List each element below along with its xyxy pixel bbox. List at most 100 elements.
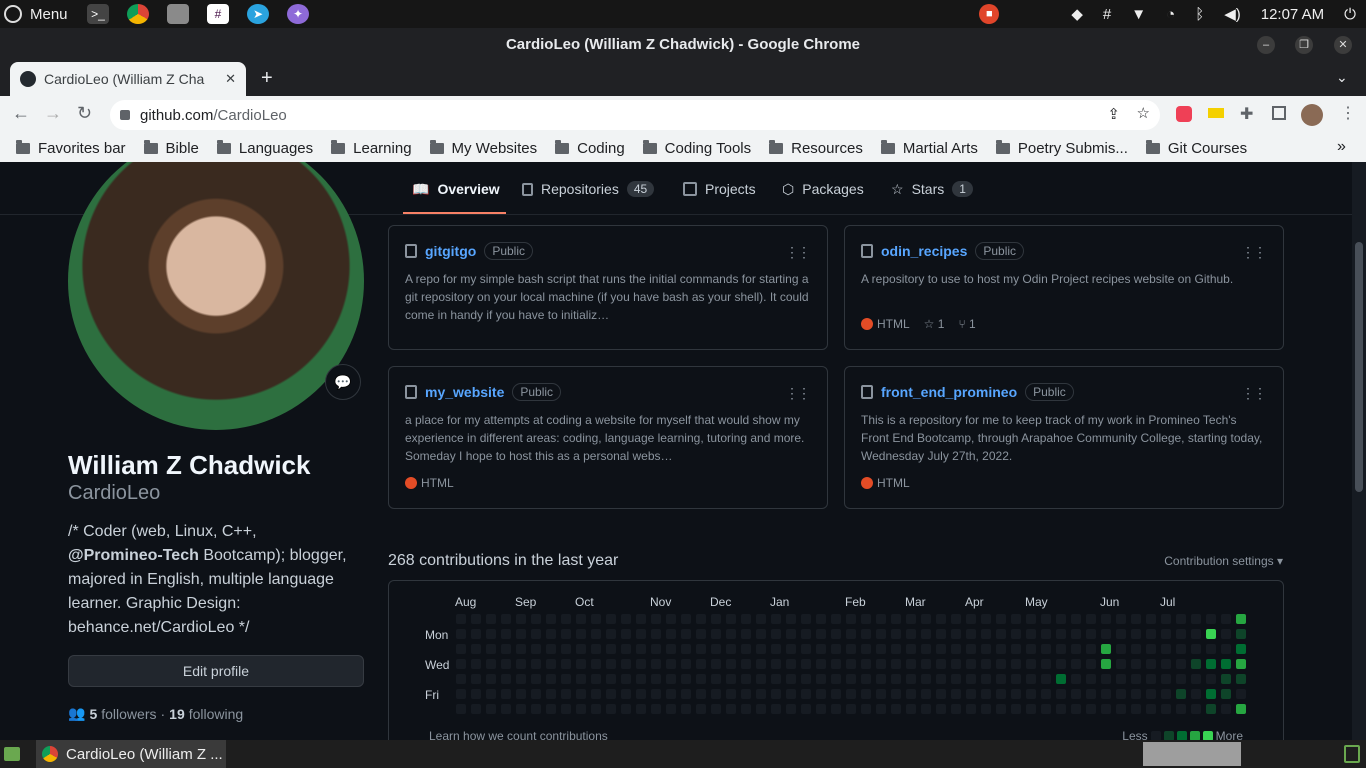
contribution-day[interactable] xyxy=(1236,644,1246,654)
contribution-day[interactable] xyxy=(576,614,586,624)
contribution-day[interactable] xyxy=(681,674,691,684)
contribution-day[interactable] xyxy=(516,614,526,624)
contribution-day[interactable] xyxy=(681,704,691,714)
contribution-day[interactable] xyxy=(1026,614,1036,624)
contribution-day[interactable] xyxy=(771,629,781,639)
contribution-day[interactable] xyxy=(771,644,781,654)
contribution-day[interactable] xyxy=(936,644,946,654)
contribution-day[interactable] xyxy=(831,644,841,654)
contribution-day[interactable] xyxy=(1206,659,1216,669)
contribution-day[interactable] xyxy=(546,674,556,684)
contribution-day[interactable] xyxy=(906,674,916,684)
contribution-day[interactable] xyxy=(636,674,646,684)
profile-avatar[interactable] xyxy=(1301,104,1323,126)
contribution-day[interactable] xyxy=(1026,674,1036,684)
contribution-day[interactable] xyxy=(786,674,796,684)
contribution-day[interactable] xyxy=(801,704,811,714)
contribution-day[interactable] xyxy=(891,689,901,699)
contribution-day[interactable] xyxy=(666,659,676,669)
contribution-day[interactable] xyxy=(906,644,916,654)
contribution-day[interactable] xyxy=(546,659,556,669)
contribution-day[interactable] xyxy=(636,614,646,624)
taskbar-window-chrome[interactable]: CardioLeo (William Z ... xyxy=(36,740,226,768)
contribution-day[interactable] xyxy=(1011,644,1021,654)
contribution-day[interactable] xyxy=(651,659,661,669)
contribution-day[interactable] xyxy=(846,629,856,639)
contribution-day[interactable] xyxy=(1041,614,1051,624)
contribution-day[interactable] xyxy=(1116,629,1126,639)
tab-search-icon[interactable]: ⌄ xyxy=(1336,69,1348,86)
bookmark-star-icon[interactable]: ☆ xyxy=(1137,104,1150,122)
contribution-day[interactable] xyxy=(951,644,961,654)
contribution-day[interactable] xyxy=(906,659,916,669)
contribution-day[interactable] xyxy=(1191,614,1201,624)
bookmark-folder[interactable]: Martial Arts xyxy=(880,139,978,157)
bookmark-folder[interactable]: Git Courses xyxy=(1145,139,1247,157)
contribution-day[interactable] xyxy=(651,704,661,714)
contribution-day[interactable] xyxy=(996,704,1006,714)
contribution-day[interactable] xyxy=(1146,689,1156,699)
contribution-day[interactable] xyxy=(1026,704,1036,714)
drag-handle-icon[interactable]: ⋮⋮ xyxy=(1241,244,1267,261)
contribution-day[interactable] xyxy=(771,674,781,684)
slack-tray-icon[interactable]: # xyxy=(1103,6,1111,23)
reload-icon[interactable]: ↻ xyxy=(77,103,92,124)
contribution-day[interactable] xyxy=(891,629,901,639)
contribution-day[interactable] xyxy=(606,674,616,684)
contribution-day[interactable] xyxy=(1056,704,1066,714)
repo-name-link[interactable]: my_website xyxy=(425,384,504,400)
contribution-day[interactable] xyxy=(1191,689,1201,699)
contribution-day[interactable] xyxy=(666,704,676,714)
contribution-day[interactable] xyxy=(546,614,556,624)
side-panel-icon[interactable] xyxy=(1272,106,1286,120)
app-icon[interactable]: ✦ xyxy=(287,4,309,24)
contribution-day[interactable] xyxy=(546,644,556,654)
contribution-day[interactable] xyxy=(1131,614,1141,624)
contribution-day[interactable] xyxy=(1221,704,1231,714)
contribution-day[interactable] xyxy=(1206,644,1216,654)
contribution-day[interactable] xyxy=(1176,629,1186,639)
contribution-day[interactable] xyxy=(1056,644,1066,654)
contribution-day[interactable] xyxy=(741,629,751,639)
contribution-day[interactable] xyxy=(681,629,691,639)
os-menu-button[interactable]: Menu xyxy=(0,5,78,23)
contribution-day[interactable] xyxy=(516,644,526,654)
contribution-day[interactable] xyxy=(1221,689,1231,699)
repo-name-link[interactable]: front_end_promineo xyxy=(881,384,1017,400)
contribution-day[interactable] xyxy=(561,644,571,654)
contribution-day[interactable] xyxy=(666,629,676,639)
trash-icon[interactable] xyxy=(1344,745,1360,763)
contribution-day[interactable] xyxy=(1071,644,1081,654)
contribution-day[interactable] xyxy=(786,644,796,654)
contribution-day[interactable] xyxy=(1086,629,1096,639)
contribution-day[interactable] xyxy=(756,644,766,654)
new-tab-icon[interactable]: + xyxy=(261,67,273,90)
contribution-day[interactable] xyxy=(801,644,811,654)
contribution-day[interactable] xyxy=(696,614,706,624)
close-window-icon[interactable]: ✕ xyxy=(1334,36,1352,54)
contribution-day[interactable] xyxy=(1041,644,1051,654)
contribution-day[interactable] xyxy=(816,689,826,699)
contribution-day[interactable] xyxy=(1086,614,1096,624)
contribution-day[interactable] xyxy=(996,674,1006,684)
contribution-day[interactable] xyxy=(1101,659,1111,669)
contribution-settings-dropdown[interactable]: Contribution settings ▾ xyxy=(1164,554,1283,568)
contribution-day[interactable] xyxy=(921,629,931,639)
bookmark-folder[interactable]: Languages xyxy=(216,139,313,157)
pocket-icon[interactable] xyxy=(1176,106,1192,122)
contribution-day[interactable] xyxy=(861,689,871,699)
contribution-day[interactable] xyxy=(1236,689,1246,699)
contribution-day[interactable] xyxy=(1116,659,1126,669)
contribution-day[interactable] xyxy=(606,614,616,624)
contribution-day[interactable] xyxy=(561,614,571,624)
contribution-day[interactable] xyxy=(546,689,556,699)
contribution-day[interactable] xyxy=(711,629,721,639)
contribution-day[interactable] xyxy=(546,704,556,714)
contribution-day[interactable] xyxy=(621,644,631,654)
contribution-day[interactable] xyxy=(1146,614,1156,624)
contribution-day[interactable] xyxy=(936,629,946,639)
bookmark-folder[interactable]: Coding xyxy=(555,139,625,157)
contribution-day[interactable] xyxy=(1086,659,1096,669)
contribution-day[interactable] xyxy=(966,704,976,714)
contribution-day[interactable] xyxy=(681,644,691,654)
